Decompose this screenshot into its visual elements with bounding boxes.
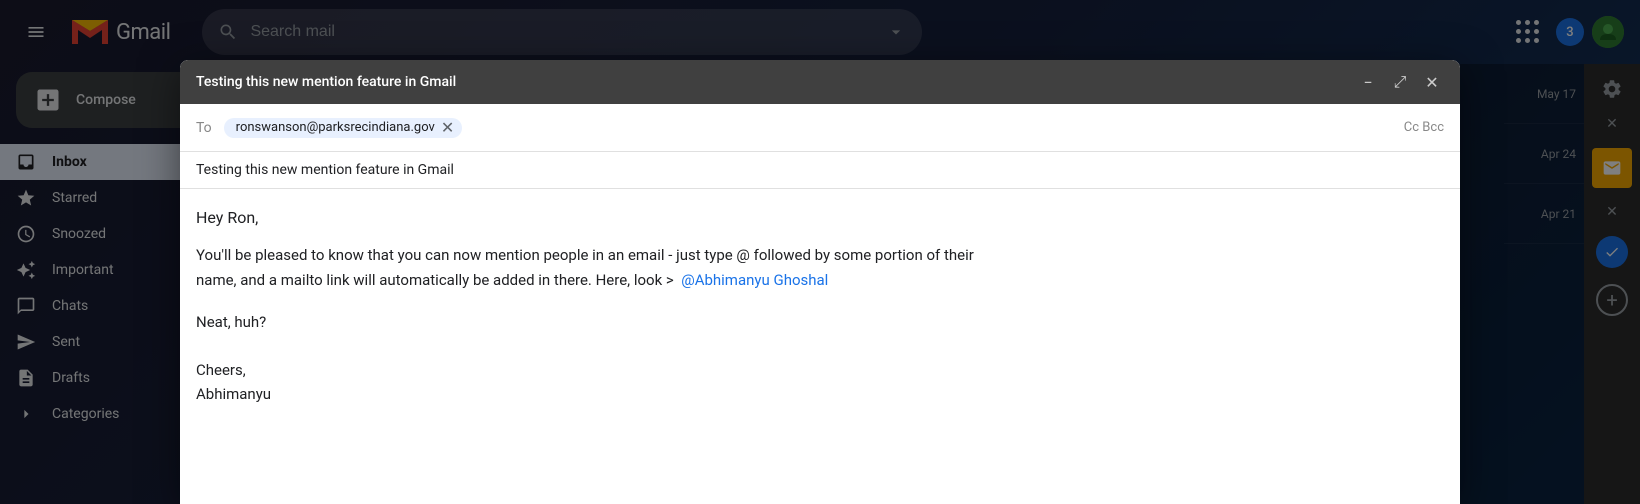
minimize-icon: − (1363, 73, 1372, 92)
email-greeting: Hey Ron, (196, 205, 1444, 231)
compose-body: To ronswanson@parksrecindiana.gov ✕ Cc B… (180, 104, 1460, 504)
email-neat: Neat, huh? (196, 310, 1444, 334)
cc-bcc-toggle[interactable]: Cc Bcc (1404, 120, 1444, 135)
to-field[interactable]: To ronswanson@parksrecindiana.gov ✕ Cc B… (180, 104, 1460, 152)
subject-field[interactable]: Testing this new mention feature in Gmai… (180, 152, 1460, 189)
subject-text: Testing this new mention feature in Gmai… (196, 162, 454, 178)
to-label: To (196, 120, 212, 136)
compose-window-title: Testing this new mention feature in Gmai… (196, 74, 456, 90)
email-signature: Abhimanyu (196, 382, 1444, 406)
close-compose-icon: ✕ (1425, 73, 1438, 92)
compose-overlay: Testing this new mention feature in Gmai… (0, 0, 1640, 504)
compose-header: Testing this new mention feature in Gmai… (180, 60, 1460, 104)
recipient-email: ronswanson@parksrecindiana.gov (236, 120, 435, 135)
recipient-chip[interactable]: ronswanson@parksrecindiana.gov ✕ (224, 118, 463, 138)
body-line1: You'll be pleased to know that you can n… (196, 246, 974, 264)
close-compose-button[interactable]: ✕ (1420, 70, 1444, 94)
minimize-button[interactable]: − (1356, 70, 1380, 94)
body-line2: name, and a mailto link will automatical… (196, 271, 674, 289)
compose-window: Testing this new mention feature in Gmai… (180, 60, 1460, 504)
email-body: You'll be pleased to know that you can n… (196, 243, 1444, 294)
expand-button[interactable]: ⤢ (1388, 70, 1412, 94)
remove-recipient-button[interactable]: ✕ (441, 120, 454, 136)
mention-link[interactable]: @Abhimanyu Ghoshal (681, 271, 828, 289)
compose-text-area[interactable]: Hey Ron, You'll be pleased to know that … (180, 189, 1460, 504)
expand-icon: ⤢ (1394, 72, 1407, 92)
compose-header-actions: − ⤢ ✕ (1356, 70, 1444, 94)
email-signoff: Cheers, Abhimanyu (196, 358, 1444, 406)
